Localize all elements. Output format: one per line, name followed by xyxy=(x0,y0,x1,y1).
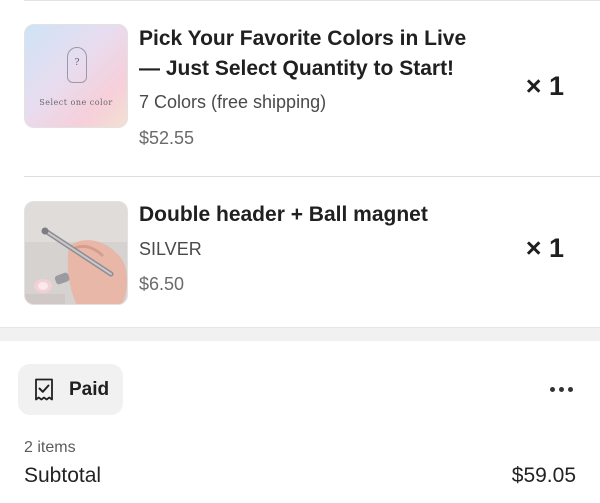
product-price: $6.50 xyxy=(139,274,185,294)
more-options-button[interactable] xyxy=(544,376,578,402)
product-variant: 7 Colors (free shipping) xyxy=(139,92,327,112)
order-line-item[interactable]: Double header + Ball magnet SILVER $6.50… xyxy=(0,177,600,327)
receipt-check-icon xyxy=(35,378,53,401)
product-price: $52.55 xyxy=(139,128,195,148)
more-horizontal-icon-dot xyxy=(558,386,564,392)
items-count: 2 items xyxy=(24,439,76,456)
more-horizontal-icon xyxy=(549,386,555,392)
subtotal-label: Subtotal xyxy=(24,464,102,487)
paid-status-label: Paid xyxy=(69,379,110,400)
section-separator xyxy=(0,327,600,341)
order-line-item[interactable]: ? Select one color Pick Your Favorite Co… xyxy=(0,0,600,176)
product-title[interactable]: Pick Your Favorite Colors in Live — Just… xyxy=(139,24,509,84)
product-title-line-2: — Just Select Quantity to Start! xyxy=(139,57,455,80)
product-title-line-1: Pick Your Favorite Colors in Live xyxy=(139,27,467,50)
thumbnail-mark: ? xyxy=(74,58,80,68)
nail-outline-icon: ? xyxy=(67,47,87,83)
subtotal-value: $59.05 xyxy=(511,464,576,487)
product-title[interactable]: Double header + Ball magnet xyxy=(139,200,509,230)
product-quantity: × 1 xyxy=(525,233,564,263)
product-thumbnail[interactable] xyxy=(24,201,128,305)
magnet-pen-photo-icon xyxy=(25,202,127,304)
product-quantity: × 1 xyxy=(525,71,564,101)
product-variant: SILVER xyxy=(139,239,202,259)
product-thumbnail[interactable]: ? Select one color xyxy=(24,24,128,128)
thumbnail-caption: Select one color xyxy=(39,98,113,107)
more-horizontal-icon-dot xyxy=(567,386,573,392)
paid-status-badge[interactable]: Paid xyxy=(18,364,123,415)
